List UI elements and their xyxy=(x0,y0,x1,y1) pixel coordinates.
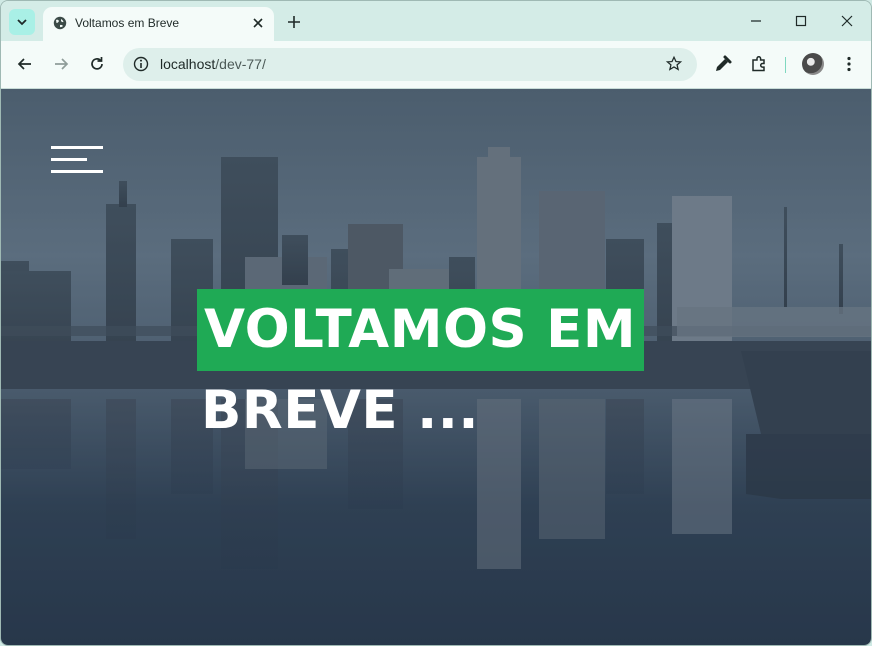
minimize-icon[interactable] xyxy=(746,11,766,31)
active-tab[interactable]: Voltamos em Breve xyxy=(43,7,274,41)
browser-window: Voltamos em Breve localhost/dev-77/ VOLT… xyxy=(0,0,872,646)
back-icon[interactable] xyxy=(15,54,35,74)
site-info-icon[interactable] xyxy=(131,54,151,74)
coming-soon-headline: VOLTAMOS EM BREVE ... xyxy=(197,289,645,451)
eyedropper-icon[interactable] xyxy=(713,54,733,74)
profile-avatar[interactable] xyxy=(802,53,824,75)
extensions-icon[interactable] xyxy=(749,54,769,74)
headline-line-2: BREVE ... xyxy=(201,380,479,441)
page-viewport: VOLTAMOS EM BREVE ... xyxy=(1,89,871,645)
hamburger-menu-icon[interactable] xyxy=(51,146,103,174)
url-text[interactable]: localhost/dev-77/ xyxy=(160,56,266,72)
close-window-icon[interactable] xyxy=(837,11,857,31)
url-path: /dev-77/ xyxy=(215,56,266,72)
tab-search-button[interactable] xyxy=(9,9,35,35)
chevron-down-icon xyxy=(17,19,27,26)
tab-strip: Voltamos em Breve xyxy=(1,1,871,41)
forward-icon[interactable] xyxy=(51,54,71,74)
bookmark-star-icon[interactable] xyxy=(665,55,683,73)
close-icon[interactable] xyxy=(250,15,266,31)
more-menu-icon[interactable] xyxy=(839,54,859,74)
headline-line-1: VOLTAMOS EM xyxy=(197,289,645,371)
browser-toolbar: localhost/dev-77/ xyxy=(1,41,871,89)
url-host: localhost xyxy=(160,56,216,72)
tab-title: Voltamos em Breve xyxy=(75,16,180,30)
address-bar[interactable]: localhost/dev-77/ xyxy=(123,48,697,81)
toolbar-separator xyxy=(785,57,786,73)
globe-icon xyxy=(53,16,67,30)
reload-icon[interactable] xyxy=(87,54,107,74)
maximize-icon[interactable] xyxy=(791,11,811,31)
plus-icon[interactable] xyxy=(285,13,303,31)
